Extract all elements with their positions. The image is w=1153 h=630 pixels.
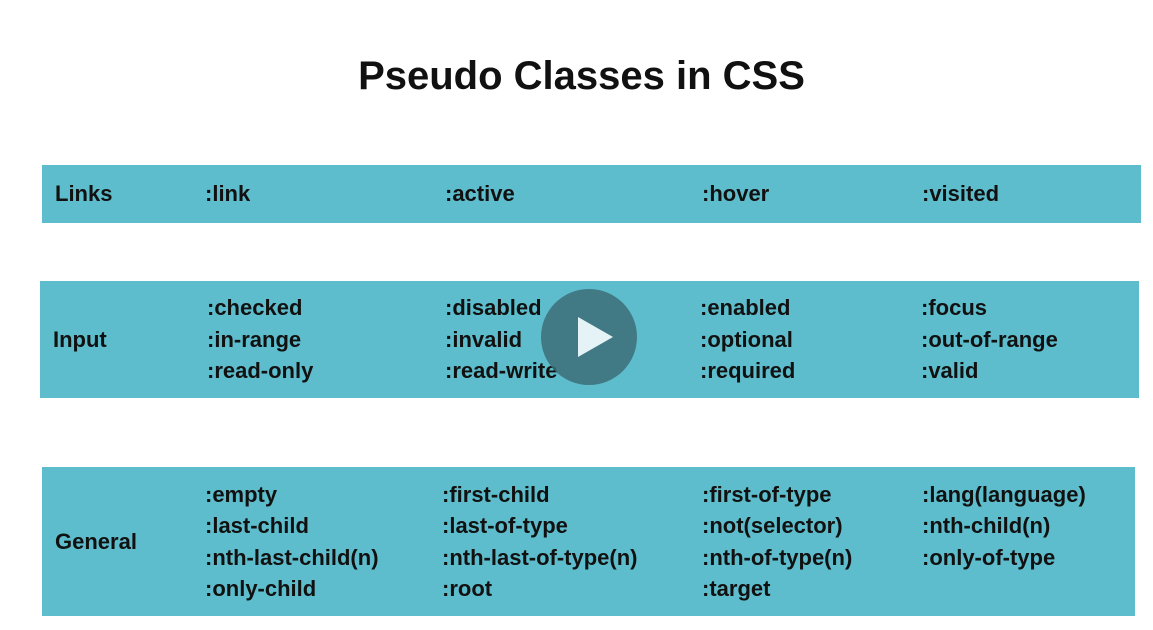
section-label: Input	[53, 326, 107, 352]
pseudo-class-item: :focus	[921, 295, 987, 321]
pseudo-class-item: :empty	[205, 481, 278, 507]
pseudo-class-item: :link	[205, 181, 251, 207]
pseudo-class-item: :only-child	[205, 576, 317, 601]
pseudo-class-item: :visited	[922, 181, 1000, 207]
pseudo-class-item: :hover	[702, 181, 770, 207]
pseudo-class-column: :link	[205, 178, 250, 210]
pseudo-class-column: :hover	[702, 178, 769, 210]
pseudo-class-item: :lang(language)	[922, 481, 1086, 507]
pseudo-class-item: :valid	[921, 358, 979, 384]
pseudo-class-item: :last-child	[205, 513, 309, 538]
pseudo-class-item: :nth-child(n)	[922, 513, 1051, 538]
pseudo-class-item: :in-range	[207, 326, 302, 352]
pseudo-class-column: :visited	[922, 178, 999, 210]
pseudo-class-column: :active	[445, 178, 515, 210]
pseudo-class-item: :checked	[207, 295, 303, 321]
pseudo-class-item: :target	[702, 576, 771, 601]
pseudo-class-column: :lang(language) :nth-child(n) :only-of-typ…	[922, 479, 1086, 574]
pseudo-class-item: :only-of-type	[922, 544, 1056, 570]
pseudo-class-item: :out-of-range	[921, 326, 1058, 352]
general-section: General :empty :last-child :nth-last-child(…	[42, 467, 1135, 616]
pseudo-class-column: :first-child :last-of-type :nth-last-of-ty…	[442, 479, 638, 605]
pseudo-class-item: :nth-last-child(n)	[205, 544, 379, 570]
play-icon	[578, 317, 613, 357]
pseudo-class-column: :empty :last-child :nth-last-child(n) :only…	[205, 479, 379, 605]
pseudo-class-item: :read-only	[207, 358, 314, 384]
pseudo-class-item: :last-of-type	[442, 513, 568, 538]
pseudo-class-item: :nth-of-type(n)	[702, 544, 853, 570]
links-section: Links :link :active :hover :visited	[42, 165, 1141, 223]
pseudo-class-item: :active	[445, 181, 515, 207]
page-title: Pseudo Classes in CSS	[358, 54, 805, 98]
pseudo-class-item: :nth-last-of-type(n)	[442, 544, 638, 570]
pseudo-class-column: :focus :out-of-range :valid	[921, 292, 1058, 387]
pseudo-class-item: :required	[700, 358, 796, 384]
pseudo-class-item: :enabled	[700, 295, 791, 321]
section-label: Links	[55, 181, 113, 206]
pseudo-class-column: :first-of-type :not(selector) :nth-of-type…	[702, 479, 852, 605]
pseudo-class-item: :root	[442, 576, 493, 601]
pseudo-class-column: :enabled :optional :required	[700, 292, 795, 387]
pseudo-class-item: :not(selector)	[702, 513, 843, 538]
play-button[interactable]	[541, 289, 637, 385]
pseudo-class-item: :optional	[700, 326, 793, 352]
pseudo-class-item: :first-of-type	[702, 481, 832, 507]
section-label: General	[55, 528, 137, 554]
pseudo-class-item: :first-child	[442, 481, 550, 507]
pseudo-class-column: :checked :in-range :read-only	[207, 292, 313, 387]
